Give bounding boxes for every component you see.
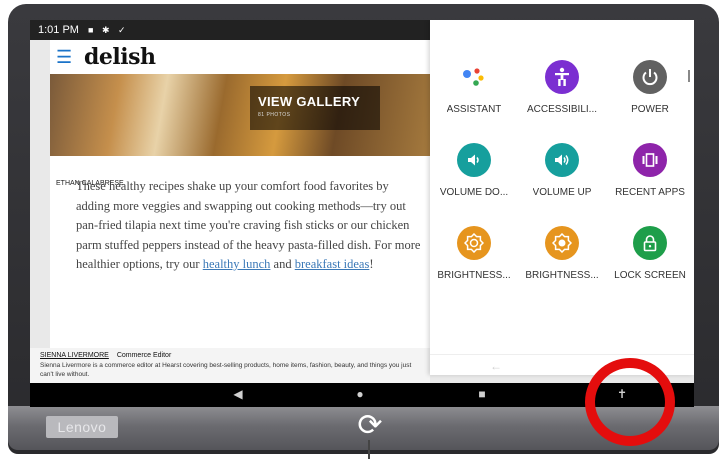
volume-up-button[interactable]: VOLUME UP bbox=[518, 143, 606, 198]
hamburger-menu-icon[interactable]: ☰ bbox=[56, 47, 74, 68]
accessibility-icon bbox=[545, 60, 579, 94]
power-label: POWER bbox=[631, 104, 669, 115]
site-logo[interactable]: delish bbox=[84, 44, 156, 70]
hero-image[interactable]: VIEW GALLERY 81 PHOTOS ETHAN CALABRESE bbox=[50, 74, 430, 190]
tablet-device: Lenovo ⟳ 1:01 PM ■ ✱ ✓ ☰ delish VIEW GAL… bbox=[0, 0, 719, 459]
cable bbox=[368, 440, 370, 459]
rotate-icon: ⟳ bbox=[357, 409, 383, 442]
brightness-down-button[interactable]: BRIGHTNESS... bbox=[430, 226, 518, 281]
assistant-button[interactable]: ASSISTANT bbox=[430, 60, 518, 115]
volume-down-button[interactable]: VOLUME DO... bbox=[430, 143, 518, 198]
breakfast-ideas-link[interactable]: breakfast ideas bbox=[295, 257, 370, 271]
volume-down-label: VOLUME DO... bbox=[439, 187, 509, 198]
article-page: ☰ delish VIEW GALLERY 81 PHOTOS ETHAN CA… bbox=[50, 40, 430, 385]
body-text-end: ! bbox=[369, 257, 374, 271]
view-gallery-title[interactable]: VIEW GALLERY bbox=[258, 94, 360, 109]
volume-down-icon bbox=[457, 143, 491, 177]
accessibility-label: ACCESSIBILI... bbox=[526, 104, 598, 115]
volume-up-icon bbox=[545, 143, 579, 177]
status-icons: ■ ✱ ✓ bbox=[88, 25, 129, 35]
author-block: SIENNA LIVERMORE Commerce Editor Sienna … bbox=[30, 348, 430, 388]
red-highlight-circle bbox=[585, 358, 675, 446]
volume-up-label: VOLUME UP bbox=[532, 187, 592, 198]
overview-button-icon[interactable]: ■ bbox=[474, 387, 490, 401]
author-role: Commerce Editor bbox=[116, 352, 172, 359]
recent-apps-button[interactable]: RECENT APPS bbox=[606, 143, 694, 198]
status-time: 1:01 PM bbox=[38, 24, 79, 36]
author-name[interactable]: SIENNA LIVERMORE bbox=[40, 352, 109, 359]
brightness-up-icon bbox=[545, 226, 579, 260]
home-button-icon[interactable]: ● bbox=[352, 387, 368, 401]
assistant-icon bbox=[457, 60, 491, 94]
lock-icon bbox=[633, 226, 667, 260]
gallery-photo-count: 81 PHOTOS bbox=[258, 112, 291, 118]
brightness-up-label: BRIGHTNESS... bbox=[525, 270, 599, 281]
body-text-mid: and bbox=[270, 257, 295, 271]
recent-apps-label: RECENT APPS bbox=[615, 187, 685, 198]
device-brand-label: Lenovo bbox=[46, 416, 118, 438]
author-bio: Sienna Livermore is a commerce editor at… bbox=[40, 362, 412, 378]
site-header: ☰ delish bbox=[56, 44, 156, 70]
screen: 1:01 PM ■ ✱ ✓ ☰ delish VIEW GALLERY 81 P… bbox=[30, 20, 694, 407]
lock-screen-button[interactable]: LOCK SCREEN bbox=[606, 226, 694, 281]
assistant-label: ASSISTANT bbox=[446, 104, 502, 115]
power-button[interactable]: POWER bbox=[606, 60, 694, 115]
brightness-down-label: BRIGHTNESS... bbox=[437, 270, 511, 281]
accessibility-button[interactable]: ACCESSIBILI... bbox=[518, 60, 606, 115]
healthy-lunch-link[interactable]: healthy lunch bbox=[203, 257, 271, 271]
recent-apps-icon bbox=[633, 143, 667, 177]
lock-screen-label: LOCK SCREEN bbox=[614, 270, 686, 281]
accessibility-menu-grid: ASSISTANT ACCESSIBILI... POWER VOLUME DO… bbox=[430, 60, 694, 281]
accessibility-menu-panel: ASSISTANT ACCESSIBILI... POWER VOLUME DO… bbox=[430, 20, 694, 375]
power-icon bbox=[633, 60, 667, 94]
back-button-icon[interactable]: ◀ bbox=[230, 387, 246, 401]
brightness-down-icon bbox=[457, 226, 491, 260]
author-line: SIENNA LIVERMORE Commerce Editor bbox=[40, 352, 420, 359]
brightness-up-button[interactable]: BRIGHTNESS... bbox=[518, 226, 606, 281]
previous-page-arrow-icon[interactable]: ← bbox=[490, 359, 502, 373]
article-body: These healthy recipes shake up your comf… bbox=[76, 177, 421, 275]
